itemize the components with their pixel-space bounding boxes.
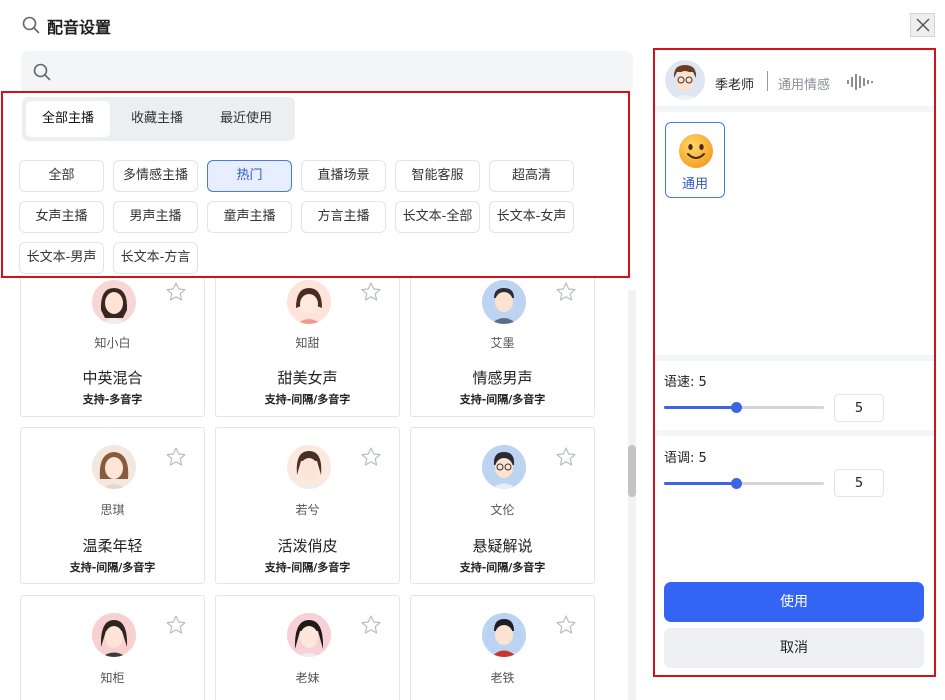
voice-support: 支持-间隔/多音字	[69, 561, 156, 574]
use-button[interactable]: 使用	[664, 582, 924, 622]
voice-name: 文伦	[490, 503, 515, 517]
favorite-star-icon[interactable]	[555, 446, 577, 468]
close-icon	[916, 18, 929, 32]
category-chip[interactable]: 方言主播	[301, 201, 386, 233]
voice-name: 思琪	[100, 503, 125, 517]
voice-name: 艾墨	[490, 336, 515, 350]
voice-style: 情感男声	[472, 369, 533, 387]
avatar	[482, 613, 526, 657]
smiley-icon	[679, 134, 713, 168]
selected-voice-header: 季老师 通用情感	[655, 50, 934, 110]
category-chip[interactable]: 男声主播	[113, 201, 198, 233]
dialog-title-bar: 配音设置	[0, 0, 945, 50]
voice-style: 悬疑解说	[472, 537, 533, 555]
avatar	[665, 60, 705, 100]
avatar	[287, 280, 331, 324]
favorite-star-icon[interactable]	[360, 281, 382, 303]
favorite-star-icon[interactable]	[360, 446, 382, 468]
favorite-star-icon[interactable]	[165, 614, 187, 636]
category-chip[interactable]: 直播场景	[301, 160, 386, 192]
voice-settings-panel: 季老师 通用情感 通用 语速: 5 5 语调: 5 5 使用 取消	[653, 48, 936, 677]
voice-card[interactable]: 思琪 温柔年轻 支持-间隔/多音字	[20, 427, 205, 584]
tab-favorite-anchors[interactable]: 收藏主播	[115, 101, 199, 137]
filter-panel: 全部主播 收藏主播 最近使用 全部 多情感主播 热门 直播场景 智能客服 超高清…	[1, 91, 630, 278]
voice-card[interactable]: 老妹	[215, 595, 400, 700]
favorite-star-icon[interactable]	[165, 446, 187, 468]
voice-support: 支持-间隔/多音字	[264, 393, 351, 406]
search-icon	[33, 63, 51, 81]
tab-group: 全部主播 收藏主播 最近使用	[22, 97, 295, 141]
voice-style: 活泼俏皮	[277, 537, 338, 555]
sound-wave-icon[interactable]	[846, 73, 874, 91]
voice-list-scroll-thumb[interactable]	[628, 445, 636, 497]
section-divider	[655, 355, 934, 361]
favorite-star-icon[interactable]	[555, 614, 577, 636]
section-divider	[655, 106, 934, 112]
favorite-star-icon[interactable]	[555, 281, 577, 303]
avatar	[287, 613, 331, 657]
category-chip[interactable]: 全部	[19, 160, 104, 192]
cancel-button[interactable]: 取消	[664, 628, 924, 668]
voice-name: 知甜	[295, 336, 320, 350]
pitch-input[interactable]	[834, 469, 884, 497]
avatar	[482, 280, 526, 324]
avatar	[92, 280, 136, 324]
avatar	[92, 613, 136, 657]
search-bar	[21, 51, 633, 93]
emotion-label: 通用	[681, 177, 708, 192]
tab-recent[interactable]: 最近使用	[204, 101, 288, 137]
voice-name: 知柜	[100, 671, 125, 685]
voice-style: 中英混合	[82, 369, 143, 387]
favorite-star-icon[interactable]	[360, 614, 382, 636]
category-chip-active[interactable]: 热门	[207, 160, 292, 192]
search-icon	[22, 16, 40, 34]
voice-name: 老妹	[295, 671, 320, 685]
speed-input[interactable]	[834, 394, 884, 422]
voice-name: 若兮	[295, 503, 320, 517]
avatar	[482, 445, 526, 489]
category-chip[interactable]: 童声主播	[207, 201, 292, 233]
category-chip[interactable]: 长文本-女声	[489, 201, 574, 233]
voice-style: 甜美女声	[277, 369, 338, 387]
voice-card[interactable]: 知柜	[20, 595, 205, 700]
pitch-slider[interactable]	[664, 477, 824, 491]
category-chip[interactable]: 长文本-男声	[19, 242, 104, 274]
voice-style: 温柔年轻	[82, 537, 143, 555]
voice-support: 支持-间隔/多音字	[264, 561, 351, 574]
voice-card[interactable]: 文伦 悬疑解说 支持-间隔/多音字	[410, 427, 595, 584]
pitch-label: 语调: 5	[664, 451, 707, 466]
dialog-title: 配音设置	[47, 18, 112, 37]
selected-voice-name: 季老师	[715, 78, 755, 93]
voice-name: 知小白	[94, 336, 131, 350]
category-chip[interactable]: 多情感主播	[113, 160, 198, 192]
category-chip[interactable]: 长文本-全部	[395, 201, 480, 233]
category-chip[interactable]: 超高清	[489, 160, 574, 192]
avatar	[287, 445, 331, 489]
divider	[767, 71, 768, 91]
voice-card[interactable]: 若兮 活泼俏皮 支持-间隔/多音字	[215, 427, 400, 584]
category-chip[interactable]: 长文本-方言	[113, 242, 198, 274]
section-divider	[655, 430, 934, 436]
speed-label: 语速: 5	[664, 375, 707, 390]
selected-emotion: 通用情感	[778, 78, 831, 93]
speed-slider[interactable]	[664, 401, 824, 415]
voice-name: 老铁	[490, 671, 515, 685]
emotion-option-general[interactable]: 通用	[665, 122, 725, 198]
voice-support: 支持-多音字	[82, 393, 143, 406]
favorite-star-icon[interactable]	[165, 281, 187, 303]
close-button[interactable]	[910, 13, 935, 37]
voice-support: 支持-间隔/多音字	[459, 393, 546, 406]
voice-card[interactable]: 老铁	[410, 595, 595, 700]
voice-support: 支持-间隔/多音字	[459, 561, 546, 574]
category-chip[interactable]: 智能客服	[395, 160, 480, 192]
avatar	[92, 445, 136, 489]
pitch-value: 5	[698, 451, 707, 466]
search-input[interactable]	[61, 57, 621, 87]
category-chip[interactable]: 女声主播	[19, 201, 104, 233]
speed-value: 5	[698, 375, 707, 390]
tab-all-anchors[interactable]: 全部主播	[26, 101, 110, 137]
